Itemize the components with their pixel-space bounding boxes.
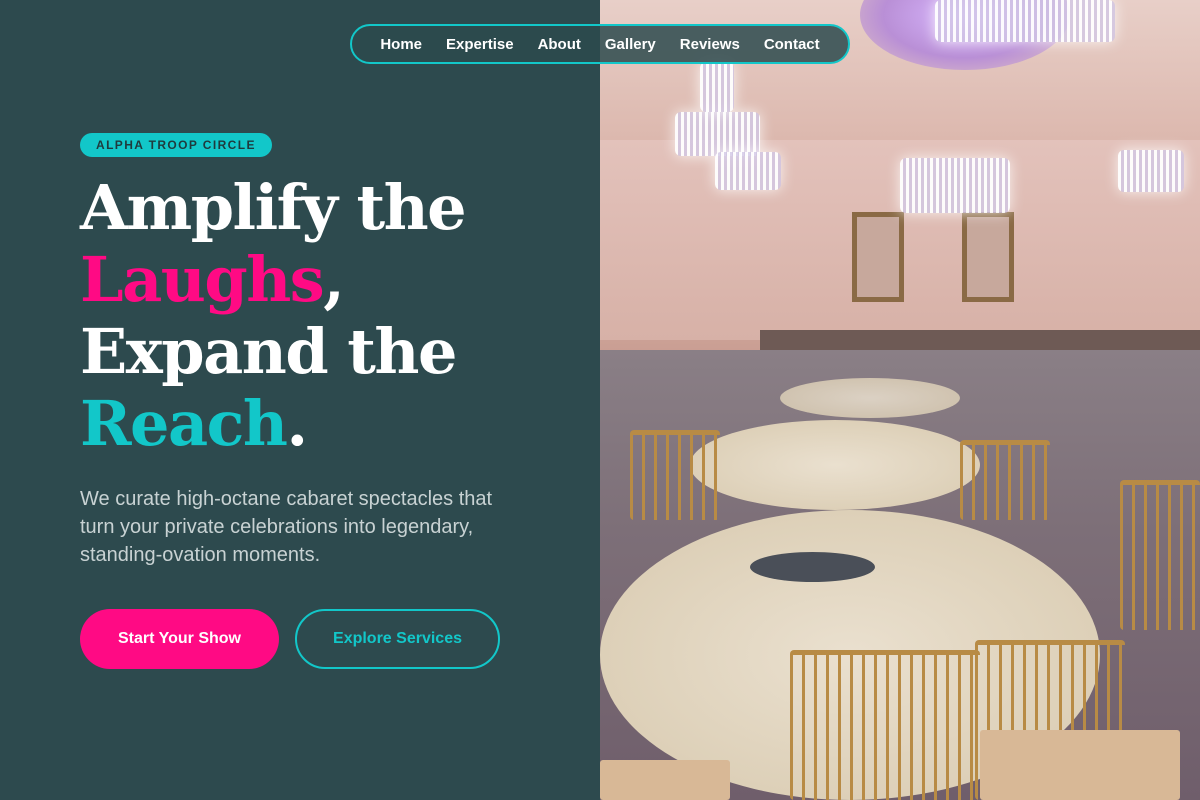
headline-line-4: Reach. bbox=[80, 388, 600, 460]
start-show-button[interactable]: Start Your Show bbox=[80, 609, 279, 669]
round-table bbox=[780, 378, 960, 418]
headline-highlight-laughs: Laughs bbox=[80, 243, 325, 316]
round-table bbox=[690, 420, 980, 510]
chandelier bbox=[1118, 150, 1184, 192]
hero-subtitle: We curate high-octane cabaret spectacles… bbox=[80, 488, 493, 566]
nav-reviews[interactable]: Reviews bbox=[680, 36, 740, 53]
headline-comma: , bbox=[323, 243, 345, 316]
chandelier bbox=[700, 62, 734, 112]
explore-services-button[interactable]: Explore Services bbox=[295, 609, 500, 669]
headline-line-2: Laughs, bbox=[80, 244, 600, 316]
chandelier bbox=[900, 158, 1010, 213]
chair-seat bbox=[980, 730, 1180, 800]
nav-contact[interactable]: Contact bbox=[764, 36, 820, 53]
wall-mirror bbox=[852, 212, 904, 302]
headline-highlight-reach: Reach bbox=[80, 387, 288, 460]
headline-line-3: Expand the bbox=[80, 315, 457, 388]
nav-home[interactable]: Home bbox=[380, 36, 422, 53]
chandelier bbox=[675, 112, 760, 156]
wall-mirror bbox=[962, 212, 1014, 302]
table-centerpiece bbox=[750, 552, 875, 582]
chair bbox=[790, 650, 980, 800]
nav-expertise[interactable]: Expertise bbox=[446, 36, 514, 53]
nav-gallery[interactable]: Gallery bbox=[605, 36, 656, 53]
headline-line-1: Amplify the bbox=[80, 171, 467, 244]
main-nav: Home Expertise About Gallery Reviews Con… bbox=[350, 24, 850, 64]
hero-headline: Amplify the Laughs, Expand the Reach. bbox=[80, 172, 600, 460]
brand-badge: ALPHA TROOP CIRCLE bbox=[80, 133, 272, 157]
chair bbox=[960, 440, 1050, 520]
chandelier bbox=[715, 152, 781, 190]
chair bbox=[630, 430, 720, 520]
chandelier bbox=[935, 0, 1115, 42]
chair bbox=[1120, 480, 1200, 630]
nav-about[interactable]: About bbox=[538, 36, 581, 53]
chair-seat bbox=[600, 760, 730, 800]
ballroom-photo bbox=[600, 0, 1200, 800]
headline-period: . bbox=[286, 387, 308, 460]
